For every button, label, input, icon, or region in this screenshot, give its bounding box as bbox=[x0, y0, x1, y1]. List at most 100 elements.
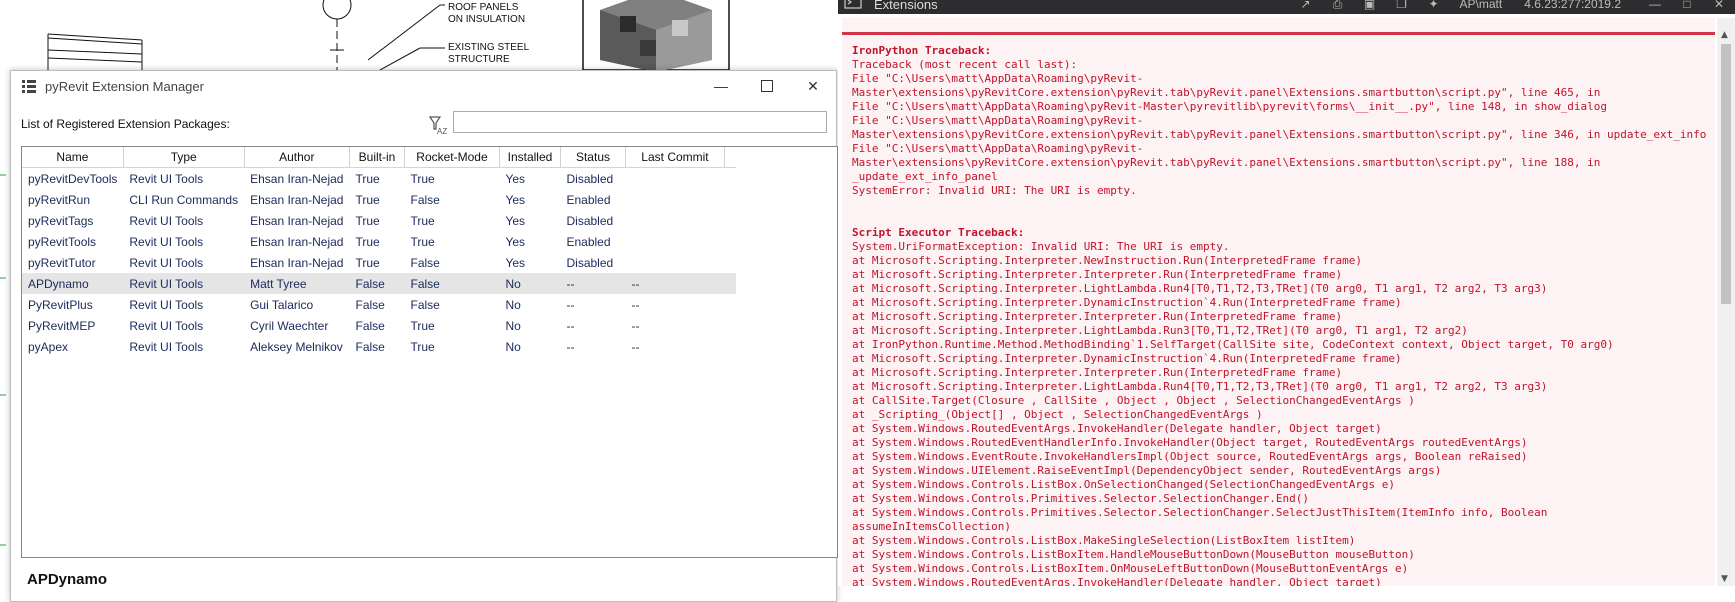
cell-name: pyRevitDevTools bbox=[28, 171, 118, 186]
scrollbar-thumb[interactable] bbox=[1721, 44, 1731, 304]
column-header-last-commit[interactable]: Last Commit bbox=[625, 147, 725, 168]
window-title: pyRevit Extension Manager bbox=[45, 78, 204, 94]
minimize-button[interactable]: — bbox=[698, 71, 744, 101]
cell-filler bbox=[724, 315, 736, 336]
traceback-line: at System.Windows.Controls.ListBox.MakeS… bbox=[852, 534, 1356, 547]
maximize-icon: □ bbox=[1683, 0, 1691, 11]
maximize-button[interactable] bbox=[744, 71, 790, 101]
open-in-browser-button[interactable]: ↗ bbox=[1290, 0, 1322, 11]
close-button[interactable]: ✕ bbox=[790, 71, 836, 101]
copy-icon: ❐ bbox=[1396, 0, 1407, 11]
column-header-builtin[interactable]: Built-in bbox=[349, 147, 405, 168]
cell-installed: No bbox=[505, 318, 521, 333]
cell-type: Revit UI Tools bbox=[129, 213, 204, 228]
cell-author: Ehsan Iran-Nejad bbox=[250, 255, 344, 270]
traceback-line: File "C:\Users\matt\AppData\Roaming\pyRe… bbox=[852, 100, 1607, 113]
extensions-table[interactable]: Name Type Author Built-in Rocket-Mode In… bbox=[21, 146, 838, 558]
table-row[interactable]: pyRevitDevTools Revit UI Tools Ehsan Iran-… bbox=[22, 168, 736, 190]
traceback-line: System.UriFormatException: Invalid URI: … bbox=[852, 240, 1230, 253]
cell-status: Disabled bbox=[566, 213, 614, 228]
cell-commit: -- bbox=[631, 318, 640, 333]
column-header-rocket-mode[interactable]: Rocket-Mode bbox=[404, 147, 500, 168]
cell-status: Enabled bbox=[566, 234, 611, 249]
extension-manager-window: pyRevit Extension Manager — ✕ List of Re… bbox=[10, 70, 838, 602]
traceback-line: at Microsoft.Scripting.Interpreter.Inter… bbox=[852, 268, 1343, 281]
traceback-line: at System.Windows.Controls.ListBoxItem.O… bbox=[852, 562, 1409, 575]
traceback-line: at System.Windows.EventRoute.InvokeHandl… bbox=[852, 450, 1528, 463]
cell-filler bbox=[724, 189, 736, 210]
cell-type: Revit UI Tools bbox=[123, 273, 245, 294]
annotation-on-insulation: ON INSULATION bbox=[448, 14, 526, 25]
save-button[interactable]: ▣ bbox=[1354, 0, 1386, 11]
traceback-line: at System.Windows.RoutedEventArgs.Invoke… bbox=[852, 576, 1382, 586]
traceback-line: at Microsoft.Scripting.Interpreter.Dynam… bbox=[852, 352, 1402, 365]
cell-commit bbox=[625, 210, 724, 231]
table-row[interactable]: pyRevitTools Revit UI Tools Ehsan Iran-Nej… bbox=[22, 231, 736, 252]
maximize-icon bbox=[761, 80, 773, 92]
traceback-line: at Microsoft.Scripting.Interpreter.NewIn… bbox=[852, 254, 1362, 267]
traceback-line: at _Scripting_(Object[] , Object , Selec… bbox=[852, 408, 1263, 421]
cell-installed: Yes bbox=[505, 234, 526, 249]
cell-name: PyRevitPlus bbox=[28, 297, 93, 312]
sort-az-icon[interactable]: AZ bbox=[429, 115, 447, 135]
cell-rocket: True bbox=[410, 234, 435, 249]
table-row[interactable]: pyApex Revit UI Tools Aleksey Melnikov Fals… bbox=[22, 336, 736, 357]
external-link-icon: ↗ bbox=[1300, 0, 1311, 11]
maximize-output-button[interactable]: □ bbox=[1671, 0, 1703, 11]
traceback-line: at Microsoft.Scripting.Interpreter.Light… bbox=[852, 380, 1548, 393]
cell-name: PyRevitMEP bbox=[28, 318, 96, 333]
cell-name: pyApex bbox=[28, 339, 69, 354]
cell-status: -- bbox=[560, 273, 626, 294]
output-title: Extensions bbox=[874, 0, 938, 12]
traceback-log[interactable]: IronPython Traceback: Traceback (most rec… bbox=[852, 44, 1712, 586]
column-header-installed[interactable]: Installed bbox=[499, 147, 561, 168]
minimize-output-button[interactable]: — bbox=[1639, 0, 1671, 11]
cell-author: Aleksey Melnikov bbox=[250, 339, 343, 354]
column-header-author[interactable]: Author bbox=[244, 147, 350, 168]
traceback-line: at Microsoft.Scripting.Interpreter.Inter… bbox=[852, 366, 1343, 379]
cell-rocket: True bbox=[410, 171, 435, 186]
traceback-line: Traceback (most recent call last): bbox=[852, 58, 1078, 71]
cell-filler bbox=[724, 294, 736, 315]
print-icon: ⎙ bbox=[1332, 0, 1343, 11]
output-titlebar[interactable]: Extensions ↗ ⎙ ▣ ❐ ✦ AP\matt 4.6.23:277:… bbox=[838, 0, 1735, 14]
terminal-icon bbox=[844, 0, 862, 9]
traceback-line: File "C:\Users\matt\AppData\Roaming\pyRe… bbox=[852, 72, 1144, 85]
close-output-button[interactable]: ✕ bbox=[1703, 0, 1735, 11]
table-row[interactable]: pyRevitTags Revit UI Tools Ehsan Iran-Neja… bbox=[22, 210, 736, 231]
cell-type: Revit UI Tools bbox=[129, 339, 204, 354]
scroll-down-icon[interactable]: ▼ bbox=[1721, 574, 1728, 584]
table-row[interactable]: PyRevitPlus Revit UI Tools Gui Talarico Fal… bbox=[22, 294, 736, 315]
cell-author: Ehsan Iran-Nejad bbox=[250, 213, 344, 228]
cell-name: pyRevitTags bbox=[28, 213, 94, 228]
output-content[interactable]: IronPython Traceback: Traceback (most rec… bbox=[842, 18, 1715, 586]
cell-type: Revit UI Tools bbox=[129, 297, 204, 312]
pin-button[interactable]: ✦ bbox=[1418, 0, 1450, 11]
cell-filler bbox=[724, 231, 736, 252]
table-row[interactable]: PyRevitMEP Revit UI Tools Cyril Waechter Fa… bbox=[22, 315, 736, 336]
print-button[interactable]: ⎙ bbox=[1322, 0, 1354, 12]
traceback-line: at IronPython.Runtime.Method.MethodBindi… bbox=[852, 338, 1614, 351]
column-header-type[interactable]: Type bbox=[123, 147, 245, 168]
cell-author: Ehsan Iran-Nejad bbox=[250, 192, 344, 207]
cell-status: -- bbox=[566, 297, 575, 312]
table-row[interactable]: APDynamo Revit UI Tools Matt Tyree False Fal… bbox=[22, 273, 737, 294]
traceback-line: SystemError: Invalid URI: The URI is emp… bbox=[852, 184, 1137, 197]
copy-button[interactable]: ❐ bbox=[1386, 0, 1418, 11]
table-row[interactable]: pyRevitTutor Revit UI Tools Ehsan Iran-Nej… bbox=[22, 252, 736, 273]
cell-installed: No bbox=[499, 273, 561, 294]
column-header-name[interactable]: Name bbox=[22, 147, 124, 168]
scroll-up-icon[interactable]: ▲ bbox=[1721, 30, 1728, 40]
cell-name: pyRevitRun bbox=[28, 192, 91, 207]
cell-commit bbox=[625, 189, 724, 210]
search-input[interactable] bbox=[453, 111, 827, 133]
extension-manager-titlebar[interactable]: pyRevit Extension Manager — ✕ bbox=[11, 71, 836, 101]
traceback-heading: Script Executor Traceback: bbox=[852, 226, 1025, 239]
column-header-status[interactable]: Status bbox=[560, 147, 626, 168]
cell-filler bbox=[724, 210, 736, 231]
save-icon: ▣ bbox=[1363, 0, 1376, 11]
cell-author: Gui Talarico bbox=[250, 297, 314, 312]
output-scrollbar[interactable]: ▲ ▼ bbox=[1717, 18, 1735, 586]
cell-type: Revit UI Tools bbox=[129, 318, 204, 333]
table-row[interactable]: pyRevitRun CLI Run Commands Ehsan Iran-Nej… bbox=[22, 189, 736, 210]
